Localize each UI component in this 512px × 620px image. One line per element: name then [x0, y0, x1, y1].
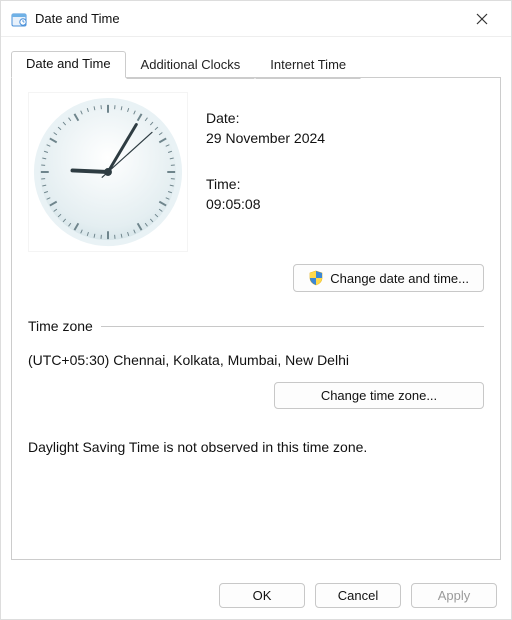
- time-value: 09:05:08: [206, 196, 325, 212]
- date-time-section: Date: 29 November 2024 Time: 09:05:08: [28, 92, 484, 252]
- change-date-time-button[interactable]: Change date and time...: [293, 264, 484, 292]
- tab-internet-time[interactable]: Internet Time: [255, 52, 361, 79]
- tab-additional-clocks[interactable]: Additional Clocks: [126, 52, 256, 79]
- tab-label: Additional Clocks: [141, 57, 241, 72]
- date-value: 29 November 2024: [206, 130, 325, 146]
- close-button[interactable]: [459, 5, 505, 33]
- date-label: Date:: [206, 110, 325, 126]
- titlebar: Date and Time: [1, 1, 511, 37]
- cancel-button[interactable]: Cancel: [315, 583, 401, 608]
- tab-label: Internet Time: [270, 57, 346, 72]
- tab-panel-date-and-time: Date: 29 November 2024 Time: 09:05:08: [11, 77, 501, 560]
- change-time-zone-button[interactable]: Change time zone...: [274, 382, 484, 409]
- dialog-button-row: OK Cancel Apply: [1, 571, 511, 619]
- time-label: Time:: [206, 176, 325, 192]
- button-label: Change time zone...: [321, 388, 437, 403]
- apply-button[interactable]: Apply: [411, 583, 497, 608]
- tab-label: Date and Time: [26, 56, 111, 71]
- window-title: Date and Time: [35, 11, 459, 26]
- button-label: OK: [253, 588, 272, 603]
- date-time-readout: Date: 29 November 2024 Time: 09:05:08: [206, 92, 325, 252]
- button-label: Cancel: [338, 588, 378, 603]
- uac-shield-icon: [308, 270, 324, 286]
- button-label: Change date and time...: [330, 271, 469, 286]
- tab-strip: Date and Time Additional Clocks Internet…: [11, 51, 501, 78]
- date-time-dialog: Date and Time Date and Time Additional C…: [0, 0, 512, 620]
- date-time-icon: [11, 11, 27, 27]
- button-label: Apply: [438, 588, 471, 603]
- time-zone-header: Time zone: [28, 318, 484, 334]
- close-icon: [476, 13, 488, 25]
- divider: [101, 326, 484, 327]
- analog-clock: [28, 92, 188, 252]
- dst-note: Daylight Saving Time is not observed in …: [28, 439, 484, 455]
- tab-date-and-time[interactable]: Date and Time: [11, 51, 126, 78]
- section-label: Time zone: [28, 318, 93, 334]
- time-zone-value: (UTC+05:30) Chennai, Kolkata, Mumbai, Ne…: [28, 352, 484, 368]
- ok-button[interactable]: OK: [219, 583, 305, 608]
